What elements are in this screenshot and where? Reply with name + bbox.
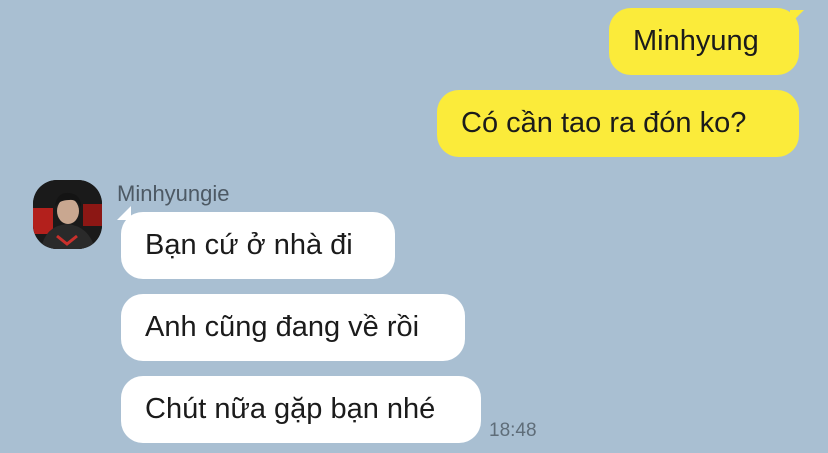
- outgoing-message-bubble[interactable]: Có cần tao ra đón ko?: [437, 90, 799, 157]
- message-text: Có cần tao ra đón ko?: [461, 107, 747, 139]
- incoming-message-bubble[interactable]: Anh cũng đang về rồi: [121, 294, 465, 361]
- incoming-message-bubble[interactable]: Bạn cứ ở nhà đi: [121, 212, 395, 279]
- message-timestamp: 18:48: [489, 420, 537, 441]
- message-text: Anh cũng đang về rồi: [145, 311, 420, 343]
- profile-photo-icon: [33, 180, 102, 249]
- message-text: Minhyung: [633, 25, 759, 57]
- bubble-tail: [790, 10, 804, 24]
- incoming-message-bubble[interactable]: Chút nữa gặp bạn nhé: [121, 376, 481, 443]
- avatar[interactable]: [33, 180, 102, 249]
- message-text: Bạn cứ ở nhà đi: [145, 229, 353, 261]
- sender-name: Minhyungie: [117, 181, 230, 206]
- outgoing-message-bubble[interactable]: Minhyung: [609, 8, 799, 75]
- message-text: Chút nữa gặp bạn nhé: [145, 393, 436, 425]
